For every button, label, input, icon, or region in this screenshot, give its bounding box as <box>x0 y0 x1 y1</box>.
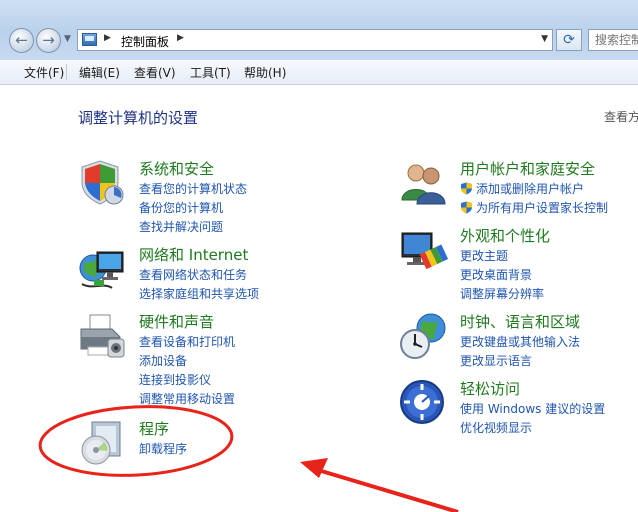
link-connect-projector[interactable]: 连接到投影仪 <box>139 371 235 390</box>
link-add-remove-accounts[interactable]: 添加或删除用户帐户 <box>460 180 608 199</box>
breadcrumb-chevron-icon[interactable]: ▶ <box>177 33 184 43</box>
category-title-programs[interactable]: 程序 <box>139 418 169 439</box>
menu-view[interactable]: 查看(V) <box>134 64 176 81</box>
breadcrumb-control-panel[interactable]: 控制面板 <box>121 33 169 50</box>
page-title: 调整计算机的设置 <box>78 109 199 127</box>
monitor-palette-icon <box>401 232 449 270</box>
link-add-remove-accounts-label: 添加或删除用户帐户 <box>476 182 585 196</box>
menu-file[interactable]: 文件(F) <box>24 64 64 81</box>
link-backup-computer[interactable]: 备份您的计算机 <box>139 199 247 218</box>
link-view-devices-printers[interactable]: 查看设备和打印机 <box>139 333 235 352</box>
shield-icon <box>81 160 124 205</box>
link-mobility-settings[interactable]: 调整常用移动设置 <box>139 390 235 409</box>
main-content: 调整计算机的设置 查看方式 系统和安全 查看您的计算机状态 备份您的计算机 查找… <box>0 85 638 512</box>
menu-divider <box>66 64 67 80</box>
control-panel-icon <box>82 33 97 46</box>
title-bar: ← → ▼ ▶ 控制面板 ▶ ▼ ⟳ <box>0 0 638 60</box>
view-by-label[interactable]: 查看方式 <box>604 108 638 125</box>
users-icon <box>401 164 446 205</box>
printer-icon <box>80 314 125 358</box>
refresh-icon: ⟳ <box>563 32 575 48</box>
link-uninstall-program[interactable]: 卸载程序 <box>139 440 187 459</box>
category-title-user-accounts[interactable]: 用户帐户和家庭安全 <box>460 158 595 179</box>
forward-arrow-icon: → <box>42 31 55 49</box>
link-view-network-status[interactable]: 查看网络状态和任务 <box>139 266 259 285</box>
link-adjust-resolution[interactable]: 调整屏幕分辨率 <box>460 285 544 304</box>
link-homegroup-sharing[interactable]: 选择家庭组和共享选项 <box>139 285 259 304</box>
menu-tools[interactable]: 工具(T) <box>190 64 231 81</box>
link-optimize-visual-display[interactable]: 优化视频显示 <box>460 419 605 438</box>
network-globe-icon <box>79 251 124 289</box>
category-title-ease-of-access[interactable]: 轻松访问 <box>460 378 520 399</box>
link-change-keyboard-input[interactable]: 更改键盘或其他输入法 <box>460 333 580 352</box>
category-title-appearance[interactable]: 外观和个性化 <box>460 225 550 246</box>
link-parental-controls[interactable]: 为所有用户设置家长控制 <box>460 199 608 218</box>
link-windows-suggested-settings[interactable]: 使用 Windows 建议的设置 <box>460 400 605 419</box>
forward-button[interactable]: → <box>36 28 61 53</box>
menu-help[interactable]: 帮助(H) <box>244 64 286 81</box>
clock-globe-icon <box>400 313 446 359</box>
link-change-display-language[interactable]: 更改显示语言 <box>460 352 580 371</box>
menu-bar: 文件(F) 编辑(E) 查看(V) 工具(T) 帮助(H) <box>0 60 638 85</box>
category-title-network-internet[interactable]: 网络和 Internet <box>139 244 248 265</box>
category-title-system-security[interactable]: 系统和安全 <box>139 158 214 179</box>
recent-pages-chevron-icon[interactable]: ▼ <box>64 34 71 44</box>
category-title-hardware-sound[interactable]: 硬件和声音 <box>139 311 214 332</box>
link-find-fix-problems[interactable]: 查找并解决问题 <box>139 218 247 237</box>
back-button[interactable]: ← <box>9 28 34 53</box>
refresh-button[interactable]: ⟳ <box>556 29 582 51</box>
link-change-desktop-background[interactable]: 更改桌面背景 <box>460 266 544 285</box>
link-change-theme[interactable]: 更改主题 <box>460 247 544 266</box>
address-bar[interactable]: ▶ 控制面板 ▶ ▼ <box>77 29 553 51</box>
breadcrumb-chevron-icon[interactable]: ▶ <box>104 33 111 43</box>
link-add-device[interactable]: 添加设备 <box>139 352 235 371</box>
ease-of-access-icon <box>400 380 444 424</box>
category-title-clock-language-region[interactable]: 时钟、语言和区域 <box>460 311 580 332</box>
uac-shield-icon <box>461 182 472 195</box>
link-view-computer-status[interactable]: 查看您的计算机状态 <box>139 180 247 199</box>
uac-shield-icon <box>461 201 472 214</box>
menu-edit[interactable]: 编辑(E) <box>79 64 120 81</box>
address-dropdown-icon[interactable]: ▼ <box>541 34 548 44</box>
search-input[interactable] <box>588 29 638 51</box>
programs-disc-icon <box>81 421 121 465</box>
back-arrow-icon: ← <box>15 31 28 49</box>
link-parental-controls-label: 为所有用户设置家长控制 <box>476 201 609 215</box>
